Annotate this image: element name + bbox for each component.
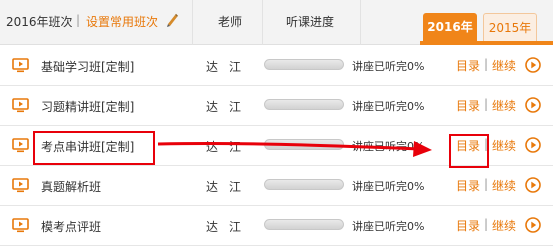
- annotation-highlight-catalog-link: [449, 134, 489, 168]
- play-circle-icon[interactable]: [525, 57, 541, 73]
- continue-link[interactable]: 继续: [492, 217, 516, 234]
- tab-2016[interactable]: 2016年: [423, 13, 477, 41]
- continue-link[interactable]: 继续: [492, 177, 516, 194]
- progress-bar: [264, 219, 344, 230]
- play-circle-icon[interactable]: [525, 177, 541, 193]
- progress-status: 讲座已听完0%: [352, 100, 425, 113]
- teacher-name: 达江: [206, 140, 253, 154]
- link-separator: |: [484, 57, 489, 71]
- teacher-name: 达江: [206, 220, 253, 234]
- catalog-link[interactable]: 目录: [456, 97, 480, 114]
- link-separator: |: [484, 177, 489, 191]
- active-tab-underline: [420, 41, 553, 45]
- teacher-column-header: 老师: [218, 15, 243, 29]
- progress-status: 讲座已听完0%: [352, 180, 425, 193]
- header-divider: [360, 0, 361, 45]
- progress-status: 讲座已听完0%: [352, 60, 425, 73]
- year-classes-label: 2016年班次: [6, 15, 73, 29]
- pencil-icon[interactable]: [165, 12, 179, 28]
- course-name[interactable]: 模考点评班: [41, 218, 101, 235]
- progress-bar: [264, 139, 344, 150]
- teacher-name: 达江: [206, 100, 253, 114]
- video-lecture-icon: [12, 138, 29, 153]
- continue-link[interactable]: 继续: [492, 57, 516, 74]
- progress-status: 讲座已听完0%: [352, 220, 425, 233]
- header-separator: |: [76, 13, 81, 27]
- set-common-classes-link[interactable]: 设置常用班次: [86, 13, 158, 30]
- course-name[interactable]: 真题解析班: [41, 178, 101, 195]
- teacher-name: 达江: [206, 180, 253, 194]
- link-separator: |: [484, 97, 489, 111]
- video-lecture-icon: [12, 178, 29, 193]
- course-table-header: 2016年班次 | 设置常用班次 老师 听课进度 2016年 2015年: [0, 0, 553, 45]
- link-separator: |: [484, 217, 489, 231]
- play-circle-icon[interactable]: [525, 97, 541, 113]
- play-circle-icon[interactable]: [525, 217, 541, 233]
- annotation-highlight-course-name: [33, 131, 155, 165]
- progress-column-header: 听课进度: [286, 15, 335, 29]
- play-circle-icon[interactable]: [525, 137, 541, 153]
- video-lecture-icon: [12, 218, 29, 233]
- progress-status: 讲座已听完0%: [352, 140, 425, 153]
- video-lecture-icon: [12, 98, 29, 113]
- catalog-link[interactable]: 目录: [456, 217, 480, 234]
- header-divider: [192, 0, 193, 45]
- progress-bar: [264, 99, 344, 110]
- video-lecture-icon: [12, 58, 29, 73]
- tab-2015[interactable]: 2015年: [483, 13, 537, 41]
- table-row: 模考点评班 达江 讲座已听完0% 目录 | 继续: [0, 206, 553, 246]
- course-name[interactable]: 习题精讲班[定制]: [41, 98, 134, 115]
- progress-bar: [264, 179, 344, 190]
- continue-link[interactable]: 继续: [492, 97, 516, 114]
- catalog-link[interactable]: 目录: [456, 57, 480, 74]
- continue-link[interactable]: 继续: [492, 137, 516, 154]
- table-row: 基础学习班[定制] 达江 讲座已听完0% 目录 | 继续: [0, 46, 553, 86]
- catalog-link[interactable]: 目录: [456, 177, 480, 194]
- table-row: 真题解析班 达江 讲座已听完0% 目录 | 继续: [0, 166, 553, 206]
- table-row: 习题精讲班[定制] 达江 讲座已听完0% 目录 | 继续: [0, 86, 553, 126]
- teacher-name: 达江: [206, 60, 253, 74]
- header-divider: [262, 0, 263, 45]
- course-name[interactable]: 基础学习班[定制]: [41, 58, 134, 75]
- progress-bar: [264, 59, 344, 70]
